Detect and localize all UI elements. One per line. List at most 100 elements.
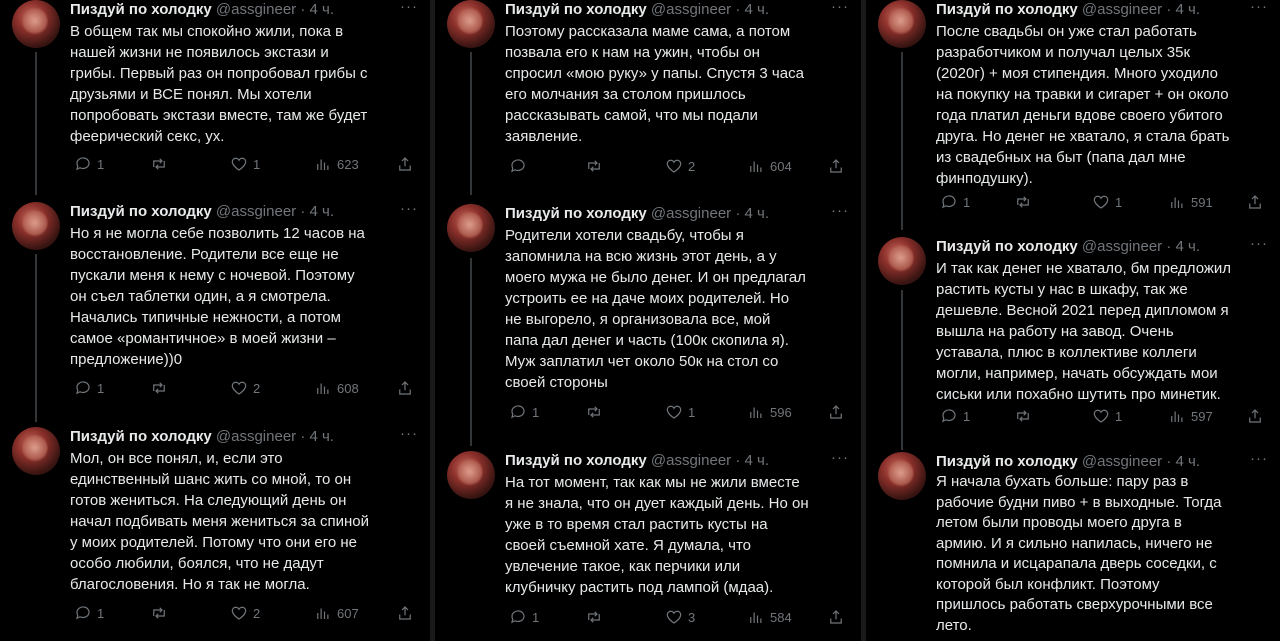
reply-button[interactable]: 1: [74, 155, 104, 173]
author-handle[interactable]: @assgineer: [651, 1, 731, 18]
avatar[interactable]: [12, 202, 60, 250]
thread-line: [35, 254, 37, 422]
views-button[interactable]: 591: [1168, 193, 1213, 211]
views-button[interactable]: 623: [314, 155, 359, 173]
avatar[interactable]: [12, 427, 60, 475]
more-options-icon[interactable]: ···: [831, 449, 849, 466]
author-handle[interactable]: @assgineer: [1082, 453, 1162, 470]
timestamp[interactable]: · 4 ч.: [300, 428, 334, 445]
reply-button[interactable]: 1: [940, 193, 970, 211]
more-options-icon[interactable]: ···: [400, 200, 418, 217]
reply-icon: [76, 381, 90, 395]
retweet-button[interactable]: [585, 608, 608, 626]
timestamp[interactable]: · 4 ч.: [1166, 453, 1200, 470]
views-button[interactable]: 607: [314, 604, 359, 622]
more-options-icon[interactable]: ···: [400, 0, 418, 15]
reply-button[interactable]: 1: [74, 604, 104, 622]
retweet-button[interactable]: [1014, 407, 1037, 425]
heart-icon: [231, 381, 247, 395]
timestamp[interactable]: · 4 ч.: [1166, 238, 1200, 255]
reply-button[interactable]: 1: [74, 379, 104, 397]
reply-count: 1: [963, 194, 971, 210]
views-count: 607: [337, 605, 359, 621]
like-button[interactable]: 1: [1092, 407, 1122, 425]
author-name[interactable]: Пиздуй по холодку: [505, 205, 647, 222]
author-handle[interactable]: @assgineer: [1082, 238, 1162, 255]
reply-count: 1: [532, 609, 540, 625]
author-name[interactable]: Пиздуй по холодку: [936, 1, 1078, 18]
author-handle[interactable]: @assgineer: [651, 452, 731, 469]
like-button[interactable]: 1: [230, 155, 260, 173]
reply-count: 1: [97, 156, 105, 172]
avatar[interactable]: [447, 204, 495, 252]
share-button[interactable]: [396, 379, 414, 397]
views-button[interactable]: 596: [747, 403, 792, 421]
more-options-icon[interactable]: ···: [400, 425, 418, 442]
author-name[interactable]: Пиздуй по холодку: [505, 452, 647, 469]
like-button[interactable]: 1: [1092, 193, 1122, 211]
like-button[interactable]: 2: [665, 157, 695, 175]
more-options-icon[interactable]: ···: [1250, 235, 1268, 252]
author-handle[interactable]: @assgineer: [216, 1, 296, 18]
avatar[interactable]: [878, 452, 926, 500]
share-button[interactable]: [396, 155, 414, 173]
timestamp[interactable]: · 4 ч.: [1166, 1, 1200, 18]
views-button[interactable]: 584: [747, 608, 792, 626]
retweet-button[interactable]: [150, 604, 173, 622]
author-name[interactable]: Пиздуй по холодку: [505, 1, 647, 18]
views-icon: [317, 608, 329, 619]
views-button[interactable]: 604: [747, 157, 792, 175]
retweet-button[interactable]: [150, 379, 173, 397]
author-handle[interactable]: @assgineer: [1082, 1, 1162, 18]
like-button[interactable]: 2: [230, 379, 260, 397]
avatar[interactable]: [878, 237, 926, 285]
reply-button[interactable]: 1: [509, 403, 539, 421]
tweet-header: Пиздуй по холодку @assgineer · 4 ч.: [505, 0, 851, 20]
timestamp[interactable]: · 4 ч.: [300, 1, 334, 18]
timestamp[interactable]: · 4 ч.: [735, 205, 769, 222]
heart-icon: [666, 405, 682, 419]
timestamp[interactable]: · 4 ч.: [300, 203, 334, 220]
timestamp[interactable]: · 4 ч.: [735, 452, 769, 469]
retweet-button[interactable]: [1014, 193, 1037, 211]
tweet-text: Поэтому рассказала маме сама, а потом по…: [505, 23, 804, 145]
reply-button[interactable]: [509, 157, 532, 175]
avatar[interactable]: [12, 0, 60, 48]
retweet-icon: [588, 160, 600, 172]
like-button[interactable]: 3: [665, 608, 695, 626]
avatar[interactable]: [447, 451, 495, 499]
retweet-button[interactable]: [150, 155, 173, 173]
like-button[interactable]: 2: [230, 604, 260, 622]
tweet-text: Родители хотели свадьбу, чтобы я запомни…: [505, 227, 806, 391]
author-name[interactable]: Пиздуй по холодку: [70, 203, 212, 220]
share-button[interactable]: [1246, 407, 1264, 425]
tweet-actions: 1 1 591: [936, 193, 1264, 213]
author-name[interactable]: Пиздуй по холодку: [936, 238, 1078, 255]
author-name[interactable]: Пиздуй по холодку: [70, 428, 212, 445]
timestamp[interactable]: · 4 ч.: [735, 1, 769, 18]
more-options-icon[interactable]: ···: [1250, 0, 1268, 15]
share-button[interactable]: [827, 157, 845, 175]
retweet-button[interactable]: [585, 403, 608, 421]
author-name[interactable]: Пиздуй по холодку: [70, 1, 212, 18]
author-handle[interactable]: @assgineer: [216, 428, 296, 445]
more-options-icon[interactable]: ···: [831, 202, 849, 219]
author-handle[interactable]: @assgineer: [216, 203, 296, 220]
reply-button[interactable]: 1: [940, 407, 970, 425]
share-button[interactable]: [396, 604, 414, 622]
author-name[interactable]: Пиздуй по холодку: [936, 453, 1078, 470]
share-button[interactable]: [827, 608, 845, 626]
views-button[interactable]: 597: [1168, 407, 1213, 425]
views-button[interactable]: 608: [314, 379, 359, 397]
avatar[interactable]: [447, 0, 495, 48]
like-button[interactable]: 1: [665, 403, 695, 421]
retweet-button[interactable]: [585, 157, 608, 175]
author-handle[interactable]: @assgineer: [651, 205, 731, 222]
share-button[interactable]: [1246, 193, 1264, 211]
avatar[interactable]: [878, 0, 926, 48]
share-button[interactable]: [827, 403, 845, 421]
more-options-icon[interactable]: ···: [831, 0, 849, 15]
reply-button[interactable]: 1: [509, 608, 539, 626]
screenshot-column-2: Пиздуй по холодку @assgineer · 4 ч. ··· …: [435, 0, 861, 641]
more-options-icon[interactable]: ···: [1250, 450, 1268, 467]
